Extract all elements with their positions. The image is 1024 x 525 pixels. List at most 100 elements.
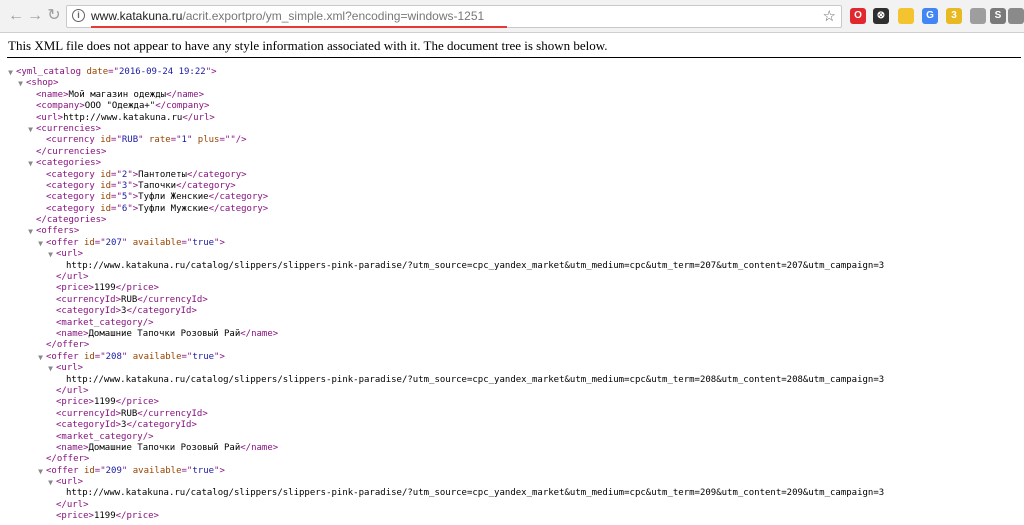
collapse-toggle-icon[interactable]: ▼	[36, 238, 45, 249]
xml-aval-token: 208	[105, 351, 122, 362]
xml-txt-token: RUB	[121, 408, 138, 419]
xml-line-content: <currencyId>RUB</currencyId>	[56, 409, 208, 420]
xml-aname-token: date	[86, 67, 109, 77]
xml-tag-token: </categories>	[36, 215, 107, 226]
xml-txt-token: http://www.katakuna.ru/catalog/slippers/…	[66, 374, 885, 385]
address-bar[interactable]: i www.katakuna.ru/acrit.exportpro/ym_sim…	[66, 5, 842, 28]
xml-tag-token: <url>	[56, 477, 84, 488]
xml-txt-token: 1199	[93, 397, 116, 408]
xml-tag-token: <shop>	[26, 78, 59, 89]
xml-tag-token: <url>	[36, 112, 64, 123]
collapse-toggle-icon[interactable]: ▼	[46, 363, 55, 374]
xml-tag-token: </offer>	[46, 340, 90, 351]
xml-tag-token: ="	[111, 203, 122, 214]
xml-tag-token: ="	[111, 135, 122, 146]
opera-icon[interactable]: O	[850, 8, 866, 24]
xml-tag-token: <currencies>	[36, 123, 102, 134]
xml-line-content: <name>Домашние Тапочки Розовый Рай</name…	[56, 443, 278, 454]
xml-line-content: </offer>	[46, 454, 89, 465]
xml-tag-token: </offer>	[46, 454, 90, 465]
xml-txt-token: http://www.katakuna.ru/catalog/slippers/…	[66, 260, 885, 271]
pocket-icon[interactable]: ⊗	[873, 8, 889, 24]
xml-aname-token: id	[100, 180, 112, 191]
xml-aname-token: available	[132, 237, 182, 248]
xml-tag-token: <yml_catalog	[16, 67, 82, 77]
xml-tag-token: <categoryId>	[56, 420, 122, 431]
xml-tag-token: ="	[111, 180, 122, 191]
xml-line-content: <currencies>	[36, 124, 101, 135]
xml-aname-token: id	[83, 465, 95, 476]
xml-tag-token: ">	[214, 351, 225, 362]
url-path: /acrit.exportpro/ym_simple.xml?encoding=…	[182, 9, 485, 23]
xml-line-content: </url>	[56, 500, 89, 511]
xml-tag-token: ">	[127, 192, 139, 203]
collapse-toggle-icon[interactable]: ▼	[36, 352, 45, 363]
xml-line-content: <url>	[56, 249, 83, 260]
xml-tag-token: ="	[111, 169, 122, 180]
collapse-toggle-icon[interactable]: ▼	[26, 158, 35, 169]
xml-line-content: <price>1199</price>	[56, 511, 159, 522]
xml-aname-token: id	[100, 203, 112, 214]
site-info-icon[interactable]: i	[72, 9, 85, 22]
translate-icon[interactable]: G	[922, 8, 938, 24]
xml-txt-token: 1199	[93, 283, 116, 294]
xml-txt-token: http://www.katakuna.ru/catalog/slippers/…	[66, 488, 885, 499]
xml-tag-token: </name>	[240, 328, 279, 339]
xml-line-content: <name>Домашние Тапочки Розовый Рай</name…	[56, 329, 278, 340]
xml-tag-token: <name>	[56, 328, 89, 339]
xml-tag-token: ">	[205, 67, 217, 77]
notice-divider	[7, 57, 1021, 58]
collapse-toggle-icon[interactable]: ▼	[46, 249, 55, 260]
xml-tag-token: </category>	[208, 192, 269, 203]
xml-line-content: <category id="3">Тапочки</category>	[46, 181, 236, 192]
xml-line-content: <offer id="208" available="true">	[46, 352, 225, 363]
evernote-icon[interactable]	[1008, 8, 1024, 24]
xml-aname-token: available	[132, 465, 182, 476]
xml-tag-token: <currencyId>	[56, 408, 122, 419]
badge-extension-icon[interactable]: 3	[946, 8, 962, 24]
xml-tag-token: </currencyId>	[137, 408, 208, 419]
xml-txt-token: Домашние Тапочки Розовый Рай	[88, 328, 241, 339]
browser-toolbar: ← → ↻ i www.katakuna.ru/acrit.exportpro/…	[0, 0, 1024, 33]
xml-aval-token: 2016-09-24 19:22	[118, 67, 206, 77]
xml-line-content: <price>1199</price>	[56, 283, 159, 294]
ublock-icon[interactable]	[970, 8, 986, 24]
xml-tag-token: <currencyId>	[56, 294, 122, 305]
bookmark-star-icon[interactable]: ☆	[823, 7, 836, 26]
xml-tag-token: <name>	[36, 89, 69, 100]
collapse-toggle-icon[interactable]: ▼	[26, 226, 35, 237]
collapse-toggle-icon[interactable]: ▼	[26, 124, 35, 135]
back-arrow-icon[interactable]: ←	[6, 6, 26, 26]
url-annotation-underline	[91, 26, 507, 28]
forward-arrow-icon[interactable]: →	[25, 6, 45, 26]
xml-tag-token: ="	[181, 351, 193, 362]
reload-icon[interactable]: ↻	[44, 6, 64, 26]
address-url[interactable]: www.katakuna.ru/acrit.exportpro/ym_simpl…	[91, 9, 484, 24]
xml-line-content: <currencyId>RUB</currencyId>	[56, 295, 208, 306]
notes-icon[interactable]	[898, 8, 914, 24]
xml-line-content: </url>	[56, 272, 89, 283]
collapse-toggle-icon[interactable]: ▼	[6, 67, 15, 78]
collapse-toggle-icon[interactable]: ▼	[16, 78, 25, 89]
xml-tag-token: ">	[214, 237, 225, 248]
xml-aval-token: 207	[105, 237, 122, 248]
xml-aval-token: 209	[105, 465, 122, 476]
collapse-toggle-icon[interactable]: ▼	[36, 466, 45, 477]
xml-tag-token: </name>	[166, 89, 204, 100]
xml-tag-token: <offer	[46, 465, 79, 476]
xml-tag-token: <market_category/>	[56, 317, 154, 328]
xml-aval-token: true	[192, 465, 215, 476]
xml-line-content: <market_category/>	[56, 318, 154, 329]
skype-icon[interactable]: S	[990, 8, 1006, 24]
xml-aname-token: id	[100, 169, 112, 180]
xml-txt-token: Мой магазин одежды	[68, 89, 167, 100]
xml-line-content: <market_category/>	[56, 432, 154, 443]
collapse-toggle-icon[interactable]: ▼	[46, 477, 55, 488]
xml-line-content: <categoryId>3</categoryId>	[56, 420, 197, 431]
xml-aname-token: id	[100, 135, 112, 146]
xml-tag-token: <category	[46, 180, 95, 191]
xml-aname-token: id	[100, 192, 112, 203]
xml-tag-token: </currencies>	[36, 146, 107, 157]
xml-tag-token: <name>	[56, 442, 89, 453]
xml-line-content: <offer id="209" available="true">	[46, 466, 225, 477]
